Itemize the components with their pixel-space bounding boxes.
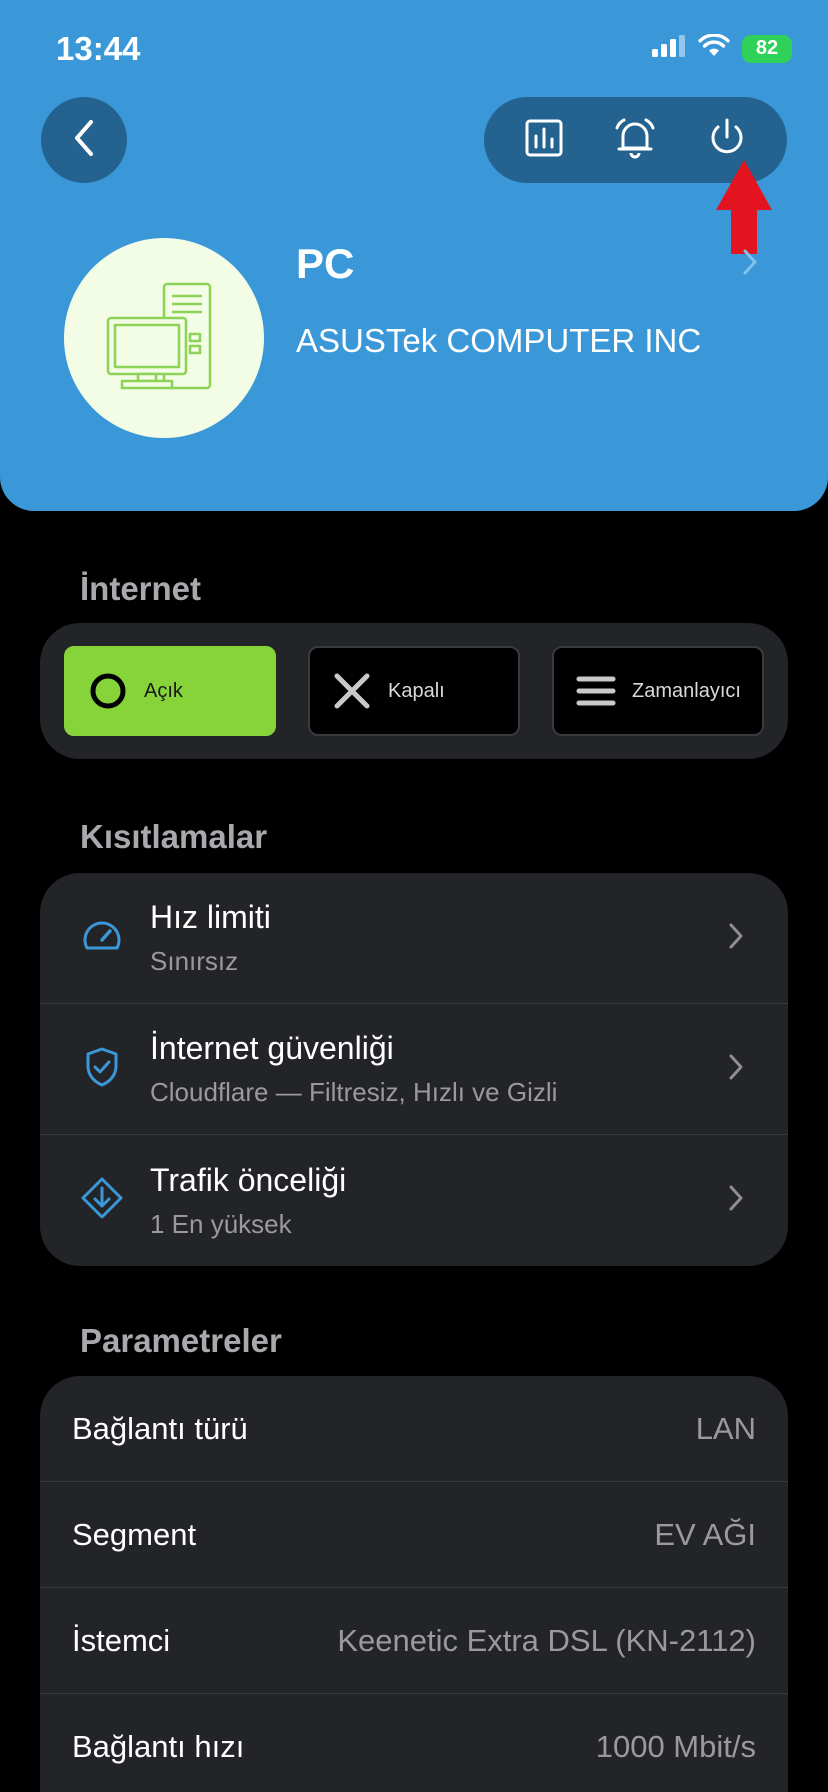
traffic-priority-title: Trafik önceliği bbox=[150, 1161, 347, 1198]
bar-chart-icon bbox=[524, 118, 564, 163]
chevron-right-icon bbox=[728, 1053, 744, 1086]
device-header: 13:44 82 PC ASUSTek COMPUTER INC bbox=[0, 0, 828, 511]
chevron-right-icon[interactable] bbox=[742, 248, 758, 281]
param-label: İstemci bbox=[72, 1622, 171, 1658]
statistics-button[interactable] bbox=[512, 108, 576, 172]
chevron-right-icon bbox=[728, 1184, 744, 1217]
device-avatar bbox=[64, 238, 264, 438]
traffic-priority-value: 1 En yüksek bbox=[150, 1208, 292, 1239]
speed-limit-value: Sınırsız bbox=[150, 946, 239, 976]
param-row-connection-type: Bağlantı türü LAN bbox=[40, 1376, 788, 1482]
list-item-speed-limit[interactable]: Hız limiti Sınırsız bbox=[40, 873, 788, 1004]
param-value: 1000 Mbit/s bbox=[595, 1728, 756, 1764]
status-icons: 82 bbox=[652, 33, 792, 63]
speedometer-icon bbox=[81, 918, 123, 959]
battery-icon: 82 bbox=[742, 34, 792, 63]
section-title-internet: İnternet bbox=[80, 570, 202, 607]
param-row-client: İstemci Keenetic Extra DSL (KN-2112) bbox=[40, 1588, 788, 1694]
priority-icon bbox=[80, 1176, 124, 1225]
param-value: Keenetic Extra DSL (KN-2112) bbox=[337, 1622, 756, 1658]
annotation-arrow-icon bbox=[716, 160, 772, 259]
device-name[interactable]: PC bbox=[296, 240, 354, 288]
x-icon bbox=[332, 671, 372, 711]
internet-security-value: Cloudflare — Filtresiz, Hızlı ve Gizli bbox=[150, 1077, 558, 1107]
internet-security-title: İnternet güvenliği bbox=[150, 1030, 394, 1066]
chevron-left-icon bbox=[72, 119, 96, 162]
param-value: LAN bbox=[695, 1410, 756, 1446]
alarm-button[interactable] bbox=[603, 108, 667, 172]
speed-limit-title: Hız limiti bbox=[150, 899, 271, 935]
restrictions-list: Hız limiti Sınırsız İnternet güvenliği C… bbox=[40, 873, 788, 1266]
device-vendor: ASUSTek COMPUTER INC bbox=[296, 322, 702, 359]
signal-icon bbox=[652, 35, 686, 62]
chevron-right-icon bbox=[728, 922, 744, 955]
param-label: Segment bbox=[72, 1516, 197, 1552]
section-title-parameters: Parametreler bbox=[80, 1322, 282, 1359]
power-icon bbox=[707, 117, 747, 164]
status-time: 13:44 bbox=[56, 30, 141, 67]
internet-on-button[interactable]: Açık bbox=[64, 646, 276, 736]
bell-alarm-icon bbox=[613, 116, 657, 165]
internet-off-button[interactable]: Kapalı bbox=[308, 646, 520, 736]
param-value: EV AĞI bbox=[654, 1516, 756, 1552]
internet-scheduler-label: Zamanlayıcı bbox=[632, 679, 741, 702]
param-row-link-speed: Bağlantı hızı 1000 Mbit/s bbox=[40, 1694, 788, 1792]
internet-off-label: Kapalı bbox=[388, 679, 445, 702]
param-label: Bağlantı hızı bbox=[72, 1728, 245, 1764]
parameters-list: Bağlantı türü LAN Segment EV AĞI İstemci… bbox=[40, 1376, 788, 1792]
param-label: Bağlantı türü bbox=[72, 1410, 248, 1446]
section-title-restrictions: Kısıtlamalar bbox=[80, 818, 268, 855]
shield-icon bbox=[84, 1046, 120, 1093]
param-row-segment: Segment EV AĞI bbox=[40, 1482, 788, 1588]
internet-scheduler-button[interactable]: Zamanlayıcı bbox=[552, 646, 764, 736]
circle-icon bbox=[88, 671, 128, 711]
internet-access-selector: Açık Kapalı Zamanlayıcı bbox=[40, 623, 788, 759]
list-item-internet-security[interactable]: İnternet güvenliği Cloudflare — Filtresi… bbox=[40, 1004, 788, 1135]
desktop-computer-icon bbox=[104, 280, 224, 397]
back-button[interactable] bbox=[41, 97, 127, 183]
internet-on-label: Açık bbox=[144, 679, 183, 702]
menu-icon bbox=[576, 671, 616, 711]
wifi-icon bbox=[698, 33, 730, 63]
list-item-traffic-priority[interactable]: Trafik önceliği 1 En yüksek bbox=[40, 1135, 788, 1266]
